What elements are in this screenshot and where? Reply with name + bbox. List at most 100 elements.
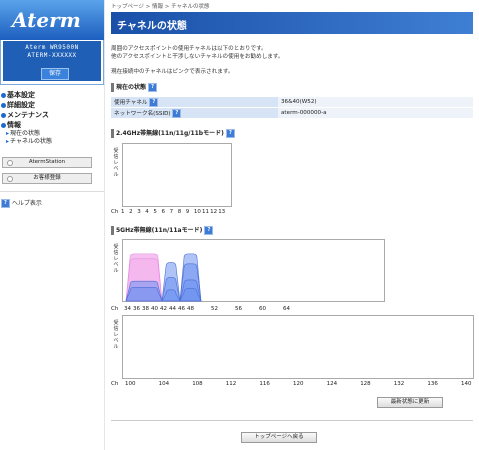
model-panel: Aterm WR9500N ATERM-XXXXXX 保存 — [0, 40, 104, 85]
help-toggle[interactable]: ? ヘルプ表示 — [1, 198, 42, 208]
help-label: ヘルプ表示 — [11, 200, 42, 207]
channel-tick: 132 — [393, 381, 405, 387]
current-status-heading: 現在の状態 ? — [111, 83, 473, 93]
channel-tick: 10 — [193, 209, 201, 215]
aterm-logo: Aterm — [12, 8, 81, 32]
heading-bar — [111, 129, 114, 138]
refresh-button[interactable]: 最新状態に更新 — [377, 397, 443, 408]
table-row: ネットワーク名(SSID) ? aterm-000000-a — [111, 107, 473, 119]
channel-tick: 140 — [461, 381, 472, 387]
menu-item-maintenance[interactable]: メンテナンス — [0, 110, 104, 120]
band24-chart — [122, 143, 232, 207]
help-icon[interactable]: ? — [149, 97, 159, 107]
channel-tick: 42 — [160, 306, 167, 312]
channel-tick: 64 — [283, 306, 290, 312]
x-axis-prefix: Ch — [111, 381, 119, 387]
atermstation-button[interactable]: AtermStation — [2, 157, 92, 168]
heading-label: 現在の状態 — [116, 84, 147, 91]
model-info: Aterm WR9500N ATERM-XXXXXX 保存 — [3, 41, 101, 81]
bullet-icon — [1, 102, 6, 108]
model-ssid: ATERM-XXXXXX — [27, 52, 77, 59]
description-line: 周囲のアクセスポイントの使用チャネルは以下のとおりです。 — [111, 46, 267, 52]
bullet-icon — [1, 122, 6, 128]
help-icon[interactable]: ? — [172, 108, 182, 118]
neighbor-channel-area — [125, 287, 163, 302]
submenu-label: チャネルの状態 — [10, 138, 52, 145]
channel-tick: 108 — [192, 381, 203, 387]
channel-tick: 112 — [225, 381, 237, 387]
channel-tick: 116 — [259, 381, 270, 387]
channel-tick: 124 — [326, 381, 338, 387]
channel-tick: 6 — [161, 209, 166, 215]
channel-tick: 13 — [218, 209, 226, 215]
channel-tick: 8 — [177, 209, 182, 215]
channel-tick: 38 — [142, 306, 149, 312]
model-name: Aterm WR9500N — [25, 44, 79, 51]
sidebar: Aterm Aterm WR9500N ATERM-XXXXXX 保存 基本設定… — [0, 0, 104, 450]
channel-tick: 5 — [153, 209, 157, 215]
channel-tick: 1 — [121, 209, 125, 215]
channel-tick: 120 — [293, 381, 304, 387]
band5-heading: 5GHz帯無線(11n/11aモード) ? — [111, 226, 473, 236]
arrow-icon: ▸ — [6, 130, 10, 137]
channel-tick: 2 — [129, 209, 133, 215]
channel-tick: 40 — [151, 306, 158, 312]
channel-tick: 128 — [360, 381, 371, 387]
band5-high-chart — [122, 315, 474, 379]
button-label: AtermStation — [28, 159, 66, 165]
channel-tick: 48 — [187, 306, 194, 312]
channel-tick: 11 — [202, 209, 209, 215]
x-axis-prefix: Ch — [111, 209, 119, 215]
submenu-item-current-status[interactable]: ▸現在の状態 — [0, 130, 104, 138]
key-label: 使用チャネル — [114, 99, 148, 106]
page-title: チャネルの状態 — [117, 21, 187, 32]
current-status-table: 使用チャネル ? 36&40(W52) ネットワーク名(SSID) ? ater… — [111, 97, 473, 119]
breadcrumb: トップページ > 情報 > チャネルの状態 — [111, 4, 210, 10]
channel-tick: 44 — [169, 306, 176, 312]
band5-low-chart — [122, 239, 385, 302]
sidebar-divider-vertical — [104, 0, 105, 450]
sidebar-divider — [0, 191, 104, 192]
logo-area: Aterm — [0, 0, 104, 40]
help-icon[interactable]: ? — [204, 226, 214, 235]
submenu-item-channel-status[interactable]: ▸チャネルの状態 — [0, 138, 104, 146]
footer-divider — [111, 420, 473, 421]
heading-bar — [111, 83, 114, 92]
bullet-icon — [1, 112, 6, 118]
menu-label: メンテナンス — [7, 111, 49, 119]
menu-item-advanced[interactable]: 詳細設定 — [0, 100, 104, 110]
channel-tick: 100 — [125, 381, 136, 387]
menu-label: 情報 — [7, 121, 21, 129]
save-button[interactable]: 保存 — [41, 68, 69, 80]
channel-tick: 3 — [137, 209, 141, 215]
menu-item-basic[interactable]: 基本設定 — [0, 90, 104, 100]
help-icon: ? — [1, 199, 10, 208]
channel-tick: 9 — [185, 209, 190, 215]
title-bar: チャネルの状態 — [111, 12, 473, 34]
x-axis-prefix: Ch — [111, 306, 119, 312]
row-key: 使用チャネル ? — [111, 97, 278, 108]
row-value: aterm-000000-a — [278, 107, 473, 119]
band24-heading: 2.4GHz帯無線(11n/11g/11bモード) ? — [111, 129, 473, 139]
heading-label: 5GHz帯無線(11n/11aモード) — [116, 227, 203, 234]
row-key: ネットワーク名(SSID) ? — [111, 107, 278, 119]
key-label: ネットワーク名(SSID) — [114, 110, 171, 117]
menu-item-info[interactable]: 情報 — [0, 120, 104, 130]
channel-tick: 36 — [133, 306, 140, 312]
button-label: お客様登録 — [33, 175, 61, 181]
channel-tick: 56 — [235, 306, 242, 312]
heading-bar — [111, 226, 114, 235]
help-icon[interactable]: ? — [225, 129, 235, 138]
main-menu: 基本設定 詳細設定 メンテナンス 情報 ▸現在の状態 ▸チャネルの状態 — [0, 90, 104, 146]
chart-frame — [122, 239, 385, 302]
y-axis-label: 受信レベル — [113, 320, 119, 350]
menu-label: 基本設定 — [7, 91, 35, 99]
channel-tick: 12 — [210, 209, 218, 215]
description-line: 他のアクセスポイントと干渉しないチャネルの使用をお勧めします。 — [111, 54, 284, 60]
y-axis-label: 受信レベル — [113, 148, 119, 178]
channel-tick: 104 — [158, 381, 170, 387]
table-row: 使用チャネル ? 36&40(W52) — [111, 97, 473, 108]
back-to-top-button[interactable]: トップページへ戻る — [241, 432, 317, 443]
customer-registration-button[interactable]: お客様登録 — [2, 173, 92, 184]
help-icon[interactable]: ? — [148, 83, 158, 92]
